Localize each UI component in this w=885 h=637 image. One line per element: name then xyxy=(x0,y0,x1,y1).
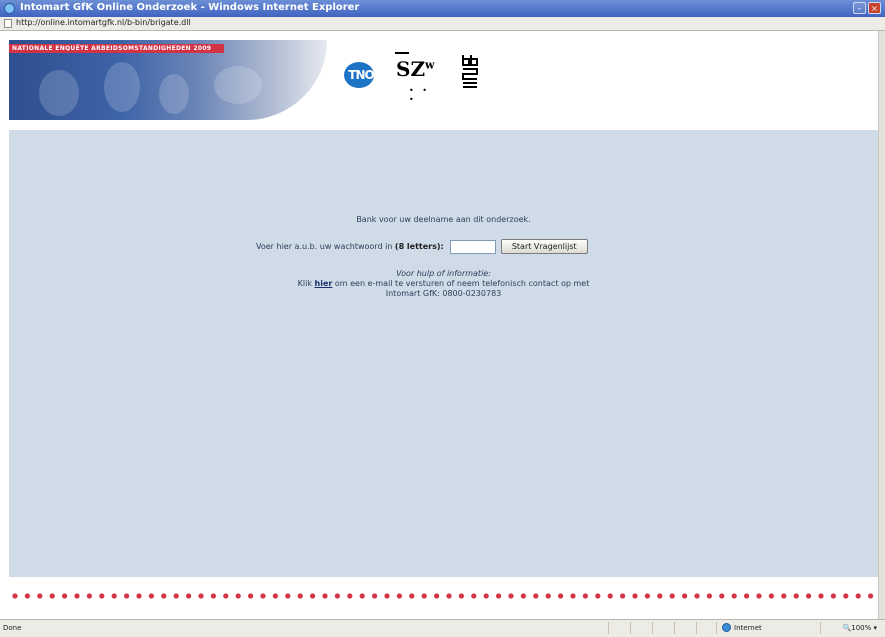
password-hint: (8 letters): xyxy=(394,242,444,251)
vertical-scrollbar[interactable] xyxy=(878,31,885,619)
footer-dots-graphic xyxy=(9,590,878,599)
ie-icon xyxy=(4,3,15,14)
password-input[interactable] xyxy=(449,239,496,254)
help-line: Klik hier om een e-mail te versturen of … xyxy=(9,279,878,289)
window-title: Intomart GfK Online Onderzoek - Windows … xyxy=(20,2,360,13)
thanks-message: Bank voor uw deelname aan dit onderzoek. xyxy=(356,215,531,224)
footer-dot-border xyxy=(9,587,878,599)
help-text: Voor hulp of informatie: Klik hier om ee… xyxy=(9,269,878,299)
password-row: Voer hier a.u.b. uw wachtwoord in (8 let… xyxy=(256,239,588,254)
password-label: Voer hier a.u.b. uw wachtwoord in (8 let… xyxy=(256,242,444,251)
page-content: NATIONALE ENQUÊTE ARBEIDSOMSTANDIGHEDEN … xyxy=(9,31,878,619)
security-zone[interactable]: Internet xyxy=(722,623,762,632)
hero-image: NATIONALE ENQUÊTE ARBEIDSOMSTANDIGHEDEN … xyxy=(9,40,327,120)
address-url[interactable]: http://online.intomartgfk.nl/b-bin/briga… xyxy=(16,18,191,27)
address-bar[interactable]: http://online.intomartgfk.nl/b-bin/briga… xyxy=(0,17,885,31)
tno-logo-text: TNO xyxy=(348,68,374,82)
status-bar: Done Internet 🔍100% ▾ xyxy=(0,619,885,637)
help-heading: Voor hulp of informatie: xyxy=(396,269,491,278)
close-button[interactable]: × xyxy=(868,2,881,14)
zoom-level[interactable]: 🔍100% ▾ xyxy=(843,624,877,632)
password-prompt: Voer hier a.u.b. uw wachtwoord in xyxy=(256,242,395,251)
status-text: Done xyxy=(3,624,22,632)
content-band xyxy=(9,130,878,577)
zone-label: Internet xyxy=(734,623,762,632)
szw-logo-superscript: w xyxy=(425,58,435,72)
survey-tagline: NATIONALE ENQUÊTE ARBEIDSOMSTANDIGHEDEN … xyxy=(9,44,224,53)
email-link[interactable]: hier xyxy=(315,279,333,288)
contact-info: Intomart GfK: 0800-0230783 xyxy=(385,289,502,298)
minimize-button[interactable]: – xyxy=(853,2,866,14)
szw-logo: SZw • • • xyxy=(395,52,443,104)
help-suffix: om een e-mail te versturen of neem telef… xyxy=(332,279,590,288)
help-prefix: Klik xyxy=(297,279,315,288)
start-questionnaire-button[interactable]: Start Vragenlijst xyxy=(500,239,588,254)
zoom-value: 100% xyxy=(851,624,872,632)
cbs-logo xyxy=(459,52,481,92)
window-titlebar: Intomart GfK Online Onderzoek - Windows … xyxy=(0,0,885,17)
szw-logo-text: SZ xyxy=(396,57,426,81)
globe-icon xyxy=(722,623,731,632)
tno-logo: TNO xyxy=(339,57,379,93)
page-icon xyxy=(4,19,12,28)
window-controls: – × xyxy=(853,2,881,14)
